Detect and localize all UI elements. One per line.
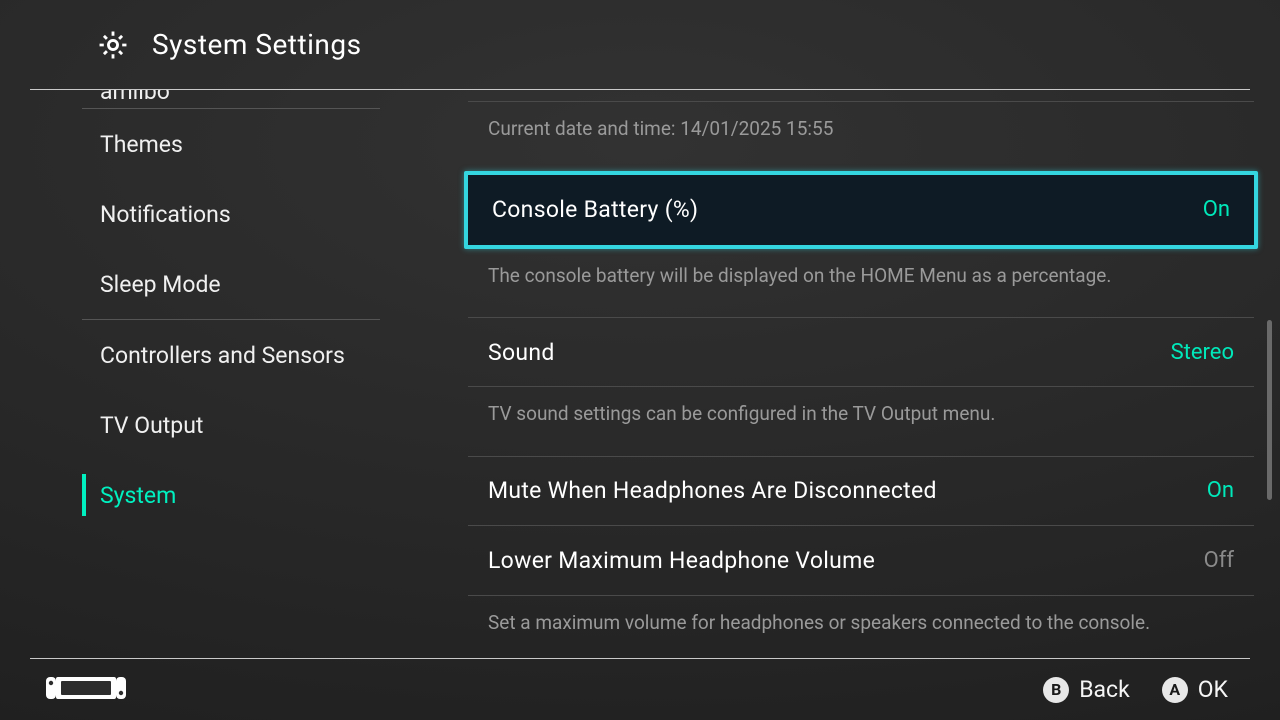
footer-action-ok[interactable]: A OK: [1162, 676, 1228, 703]
b-button-icon: B: [1043, 677, 1069, 703]
setting-row-mute-headphones[interactable]: Mute When Headphones Are Disconnected On: [468, 456, 1254, 526]
footer-action-label: Back: [1079, 676, 1130, 703]
setting-label: Console Battery (%): [492, 196, 698, 223]
setting-desc-datetime: Current date and time: 14/01/2025 15:55: [468, 102, 1254, 171]
content-panel: Current date and time: 14/01/2025 15:55 …: [420, 90, 1280, 658]
sidebar-item-sleep-mode[interactable]: Sleep Mode: [0, 249, 420, 319]
setting-value: Stereo: [1171, 340, 1234, 365]
sidebar-item-amiibo[interactable]: amiibo: [0, 90, 420, 108]
scrollbar-thumb[interactable]: [1267, 320, 1272, 500]
sidebar-item-system[interactable]: System: [0, 460, 420, 530]
sidebar-item-themes[interactable]: Themes: [0, 109, 420, 179]
sidebar-item-tv-output[interactable]: TV Output: [0, 390, 420, 460]
header: System Settings: [30, 0, 1250, 90]
sidebar-item-label: Themes: [100, 131, 183, 158]
setting-value: On: [1203, 197, 1230, 222]
setting-row-datetime[interactable]: [468, 90, 1254, 102]
setting-desc-battery: The console battery will be displayed on…: [468, 249, 1254, 318]
setting-value: Off: [1204, 548, 1234, 573]
setting-desc-lower-max-volume: Set a maximum volume for headphones or s…: [468, 596, 1254, 658]
sidebar-item-controllers-sensors[interactable]: Controllers and Sensors: [0, 320, 420, 390]
sidebar: amiibo Themes Notifications Sleep Mode C…: [0, 90, 420, 658]
page-title: System Settings: [152, 28, 362, 61]
gear-icon: [96, 28, 130, 62]
setting-label: Sound: [488, 339, 555, 366]
footer-action-label: OK: [1198, 676, 1228, 703]
sidebar-item-label: amiibo: [100, 90, 170, 105]
controller-icon: [44, 673, 128, 707]
footer: B Back A OK: [30, 658, 1250, 720]
sidebar-item-notifications[interactable]: Notifications: [0, 179, 420, 249]
setting-row-console-battery[interactable]: Console Battery (%) On: [464, 171, 1258, 249]
sidebar-item-label: Sleep Mode: [100, 271, 221, 298]
setting-label: Mute When Headphones Are Disconnected: [488, 477, 937, 504]
sidebar-item-label: Notifications: [100, 201, 231, 228]
sidebar-item-label: Controllers and Sensors: [100, 342, 345, 369]
footer-action-back[interactable]: B Back: [1043, 676, 1130, 703]
a-button-icon: A: [1162, 677, 1188, 703]
sidebar-item-label: System: [100, 482, 176, 509]
setting-value: On: [1207, 478, 1234, 503]
setting-row-sound[interactable]: Sound Stereo: [468, 317, 1254, 387]
main-area: amiibo Themes Notifications Sleep Mode C…: [0, 90, 1280, 658]
setting-label: Lower Maximum Headphone Volume: [488, 547, 875, 574]
setting-row-lower-max-volume[interactable]: Lower Maximum Headphone Volume Off: [468, 526, 1254, 596]
sidebar-item-label: TV Output: [100, 412, 203, 439]
setting-desc-sound: TV sound settings can be configured in t…: [468, 387, 1254, 456]
